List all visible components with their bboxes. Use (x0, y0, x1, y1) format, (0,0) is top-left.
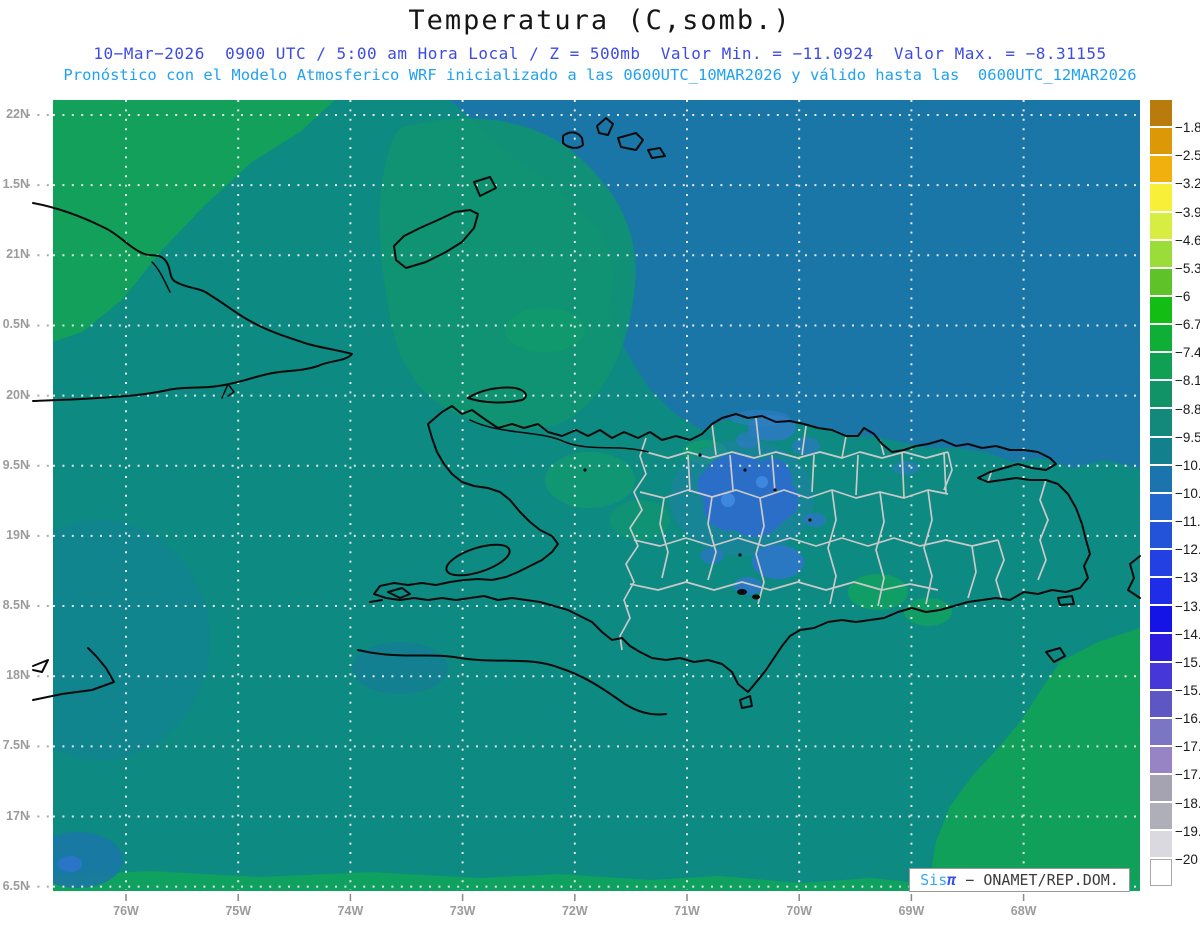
colorbar-segment (1150, 381, 1172, 408)
lat-label: 6.5N (2, 878, 29, 893)
lat-label: 19N (6, 527, 29, 542)
colorbar-tick-label: −1.8 (1175, 120, 1200, 136)
colorbar-segment (1150, 859, 1172, 886)
colorbar-segment (1150, 690, 1172, 717)
colorbar-tick-label: −6.7 (1175, 317, 1200, 333)
lon-label: 72W (561, 904, 588, 918)
weather-map-page: { "header": { "title": "Temperatura (C,s… (0, 0, 1200, 927)
lon-label: 73W (449, 904, 476, 918)
colorbar-segment (1150, 634, 1172, 661)
colorbar-tick-label: −15.8 (1175, 682, 1200, 698)
colorbar-segment (1150, 718, 1172, 745)
forecast-map-canvas (28, 100, 1141, 901)
colorbar-segment (1150, 521, 1172, 549)
colorbar-tick-label: −15.1 (1175, 654, 1200, 670)
lon-label: 70W (786, 904, 813, 918)
colorbar-segment (1150, 156, 1172, 183)
colorbar-tick-label: −13 (1175, 570, 1198, 586)
colorbar-segment (1150, 268, 1172, 295)
colorbar-tick-label: −8.1 (1175, 373, 1200, 389)
lat-label: 20N (6, 387, 29, 402)
colorbar-tick-label: −4.6 (1175, 232, 1200, 248)
page-title: Temperatura (C,somb.) (408, 5, 792, 36)
lon-label: 69W (898, 904, 925, 918)
colorbar-segment (1150, 831, 1172, 858)
lat-label: 21N (6, 247, 29, 262)
colorbar-tick-label: −8.8 (1175, 401, 1200, 417)
branding-onamet: − ONAMET/REP.DOM. (956, 871, 1119, 889)
branding-box: Sisπ − ONAMET/REP.DOM. (909, 868, 1130, 892)
colorbar-tick-label: −10.2 (1175, 457, 1200, 473)
colorbar-tick-label: −14.4 (1175, 626, 1200, 642)
colorbar-segment (1150, 662, 1172, 689)
colorbar-segment (1150, 409, 1172, 436)
colorbar-tick-label: −19.3 (1175, 823, 1200, 839)
colorbar-segment (1150, 578, 1172, 605)
colorbar-tick-label: −7.4 (1175, 345, 1200, 361)
colorbar-segment (1150, 353, 1172, 380)
colorbar-segment (1150, 100, 1172, 127)
subtitle-model-line: Pronóstico con el Modelo Atmosferico WRF… (63, 66, 1137, 84)
colorbar-tick-label: −12.3 (1175, 542, 1200, 558)
colorbar-tick-label: −3.9 (1175, 204, 1200, 220)
colorbar-segment (1150, 493, 1172, 520)
colorbar-tick-label: −11.6 (1175, 514, 1200, 530)
branding-pi-symbol: π (947, 871, 957, 889)
lat-label: 22N (6, 107, 29, 121)
lat-label: 8.5N (2, 598, 29, 613)
colorbar-tick-label: −16.5 (1175, 711, 1200, 727)
colorbar-segment (1150, 296, 1172, 324)
lon-label: 71W (674, 904, 700, 918)
colorbar-tick-label: −17.2 (1175, 739, 1200, 755)
branding-sis: Sis (920, 871, 948, 889)
lat-label: 17N (6, 808, 29, 823)
lat-label: 18N (6, 668, 29, 683)
colorbar-segment (1150, 803, 1172, 830)
colorbar-segment (1150, 212, 1172, 239)
colorbar-tick-label: −9.5 (1175, 429, 1200, 445)
colorbar-tick-label: −2.5 (1175, 148, 1200, 164)
colorbar-segment (1150, 746, 1172, 774)
subtitle-validity-line: 10−Mar−2026 0900 UTC / 5:00 am Hora Loca… (93, 44, 1107, 63)
lon-label: 68W (1010, 904, 1037, 918)
colorbar-segment (1150, 437, 1172, 464)
colorbar-segment (1150, 240, 1172, 267)
temperature-shading (53, 100, 1140, 891)
colorbar-segment (1150, 775, 1172, 802)
colorbar-segment (1150, 465, 1172, 492)
colorbar-tick-label: −13.7 (1175, 598, 1200, 614)
colorbar-segment (1150, 550, 1172, 577)
lat-label: 9.5N (2, 457, 29, 472)
colorbar-tick-label: −18.6 (1175, 795, 1200, 811)
colorbar (1150, 100, 1172, 888)
lon-label: 75W (225, 904, 252, 918)
colorbar-tick-label: −17.9 (1175, 767, 1200, 783)
colorbar-tick-label: −3.2 (1175, 176, 1200, 192)
lat-label: 0.5N (2, 317, 29, 332)
lon-label: 76W (113, 904, 139, 918)
colorbar-tick-label: −20 (1175, 851, 1198, 867)
colorbar-segment (1150, 184, 1172, 211)
colorbar-segment (1150, 606, 1172, 633)
lat-label: 1.5N (2, 177, 29, 192)
colorbar-tick-label: −10.9 (1175, 485, 1200, 501)
lon-label: 74W (337, 904, 364, 918)
colorbar-segment (1150, 325, 1172, 352)
colorbar-segment (1150, 128, 1172, 155)
lat-label: 7.5N (2, 738, 29, 753)
colorbar-tick-label: −6 (1175, 288, 1191, 304)
colorbar-tick-label: −5.3 (1175, 260, 1200, 276)
